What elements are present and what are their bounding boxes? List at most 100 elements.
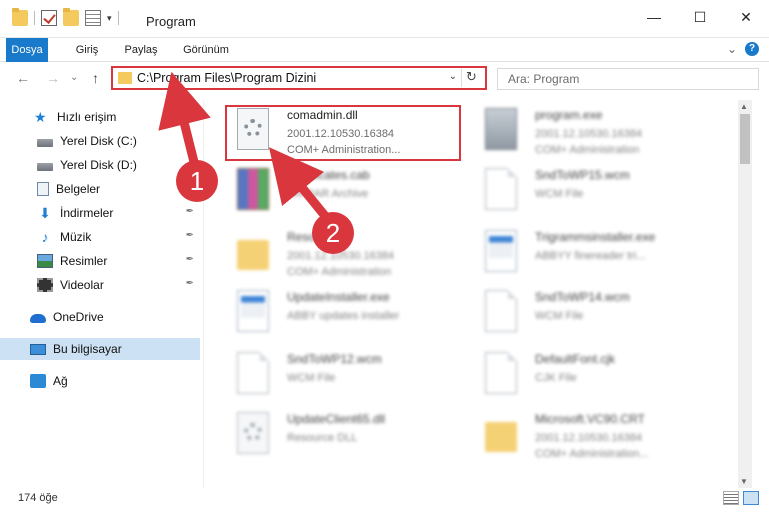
file-type: WCM File — [535, 310, 584, 322]
search-placeholder: Ara: Program — [508, 72, 580, 86]
sidebar-item-documents[interactable]: Belgeler — [0, 178, 200, 200]
file-name: SndToWP12.wcm — [287, 352, 382, 366]
file-type: CJK File — [535, 372, 577, 384]
file-type: ABBYY finereader tri... — [535, 250, 646, 262]
folder-icon — [237, 240, 269, 270]
status-bar: 174 öğe — [0, 488, 769, 510]
pin-icon[interactable]: ✒ — [186, 278, 194, 289]
back-arrow-icon[interactable]: ← — [16, 70, 30, 86]
document-icon — [37, 182, 49, 196]
address-path[interactable]: C:\Program Files\Program Dizini — [137, 71, 316, 85]
pin-icon[interactable]: ✒ — [186, 230, 194, 241]
sidebar-item-local-disk-d[interactable]: Yerel Disk (D:) — [0, 154, 200, 176]
tab-file[interactable]: Dosya — [6, 38, 48, 62]
sidebar-item-label: Hızlı erişim — [57, 110, 117, 124]
sidebar-item-label: OneDrive — [53, 310, 104, 324]
chevron-down-icon[interactable]: ▾ — [107, 13, 112, 24]
sidebar-item-onedrive[interactable]: OneDrive — [0, 306, 200, 328]
view-options-icon[interactable] — [85, 10, 101, 26]
file-item[interactable]: program.exe 2001.12.10530.16384 COM+ Adm… — [467, 100, 703, 162]
properties-check-icon[interactable] — [41, 10, 57, 26]
address-bar[interactable]: C:\Program Files\Program Dizini ⌄ ↻ — [111, 66, 487, 90]
sidebar-item-label: İndirmeler — [60, 206, 114, 220]
pin-icon[interactable]: ✒ — [186, 254, 194, 265]
tab-share[interactable]: Paylaş — [120, 38, 162, 62]
winrar-icon — [237, 168, 269, 210]
file-item[interactable]: SndToWP12.wcm WCM File — [219, 344, 455, 406]
window-title: Program — [146, 14, 196, 29]
onedrive-icon — [30, 314, 46, 323]
sidebar-item-downloads[interactable]: ⬇ İndirmeler ✒ — [0, 202, 200, 224]
sidebar-item-label: Yerel Disk (D:) — [60, 158, 137, 172]
expand-ribbon-icon[interactable]: ⌄ — [727, 42, 737, 56]
tab-view[interactable]: Görünüm — [178, 38, 234, 62]
file-type: ABBY updates installer — [287, 310, 400, 322]
download-icon: ⬇ — [39, 205, 51, 221]
network-icon — [30, 374, 46, 388]
forward-arrow-icon[interactable]: → — [46, 70, 60, 86]
navigation-bar: ← → ⌄ ↑ C:\Program Files\Program Dizini … — [0, 62, 769, 96]
file-name: UpdateInstaller.exe — [287, 290, 390, 304]
file-item[interactable]: SndToWP15.wcm WCM File — [467, 160, 703, 222]
disk-icon — [37, 138, 53, 147]
ribbon-controls: ⌄ ? — [727, 42, 759, 56]
sidebar-item-videos[interactable]: Videolar ✒ — [0, 274, 200, 296]
file-item[interactable]: DefaultFont.cjk CJK File — [467, 344, 703, 406]
sidebar-item-local-disk-c[interactable]: Yerel Disk (C:) — [0, 130, 200, 152]
address-dropdown-icon[interactable]: ⌄ — [449, 71, 457, 82]
close-button[interactable]: ✕ — [723, 0, 769, 34]
file-item[interactable]: SndToWP14.wcm WCM File — [467, 282, 703, 344]
file-icon — [237, 352, 269, 394]
item-count: 174 öğe — [18, 492, 58, 504]
quick-access-toolbar: ▾ — [12, 8, 119, 26]
folder-icon[interactable] — [12, 8, 28, 26]
file-item[interactable]: UpdateClient65.dll Resource DLL — [219, 404, 455, 466]
file-name: Certificates.cab — [287, 168, 370, 182]
file-name: Microsoft.VC90.CRT — [535, 412, 645, 426]
sidebar-item-music[interactable]: ♪ Müzik ✒ — [0, 226, 200, 248]
annotation-badge-1: 1 — [176, 160, 218, 202]
navigation-pane: ★ Hızlı erişim Yerel Disk (C:) Yerel Dis… — [0, 100, 204, 488]
star-icon: ★ — [34, 109, 47, 125]
file-description: COM+ Administration — [535, 144, 640, 156]
tiles-view-icon[interactable] — [743, 491, 759, 505]
file-item[interactable]: UpdateInstaller.exe ABBY updates install… — [219, 282, 455, 344]
scroll-up-icon[interactable]: ▲ — [740, 102, 748, 111]
tab-home[interactable]: Giriş — [68, 38, 106, 62]
file-name: SndToWP15.wcm — [535, 168, 630, 182]
new-folder-icon[interactable] — [63, 8, 79, 26]
pin-icon[interactable]: ✒ — [186, 206, 194, 217]
folder-icon — [118, 72, 132, 84]
file-name: Trigrammsinstaller.exe — [535, 230, 656, 244]
sidebar-item-pictures[interactable]: Resimler ✒ — [0, 250, 200, 272]
installer-icon — [485, 230, 517, 272]
file-icon — [485, 168, 517, 210]
exe-icon — [485, 108, 517, 150]
search-input[interactable]: Ara: Program — [497, 68, 759, 90]
recent-locations-icon[interactable]: ⌄ — [70, 72, 78, 83]
sidebar-item-quick-access[interactable]: ★ Hızlı erişim — [0, 106, 200, 128]
minimize-button[interactable]: — — [631, 0, 677, 34]
sidebar-item-this-pc[interactable]: Bu bilgisayar — [0, 338, 200, 360]
file-name: UpdateClient65.dll — [287, 412, 386, 426]
refresh-icon[interactable]: ↻ — [461, 69, 481, 87]
help-icon[interactable]: ? — [745, 42, 759, 56]
file-type: WCM File — [535, 188, 584, 200]
highlight-box — [225, 105, 461, 161]
videos-icon — [37, 278, 53, 292]
file-icon — [485, 290, 517, 332]
up-arrow-icon[interactable]: ↑ — [92, 70, 99, 86]
divider — [117, 11, 119, 25]
sidebar-item-label: Yerel Disk (C:) — [60, 134, 137, 148]
file-version: 2001.12.10530.16384 — [535, 128, 643, 140]
file-item[interactable]: Microsoft.VC90.CRT 2001.12.10530.16384 C… — [467, 404, 703, 466]
scrollbar-thumb[interactable] — [740, 114, 750, 164]
maximize-button[interactable]: ☐ — [677, 0, 723, 34]
scroll-down-icon[interactable]: ▼ — [740, 477, 748, 486]
file-version: 2001.12.10530.16384 — [535, 432, 643, 444]
vertical-scrollbar[interactable]: ▲ ▼ — [738, 100, 752, 488]
file-name: SndToWP14.wcm — [535, 290, 630, 304]
sidebar-item-network[interactable]: Ağ — [0, 370, 200, 392]
file-item[interactable]: Trigrammsinstaller.exe ABBYY finereader … — [467, 222, 703, 284]
details-view-icon[interactable] — [723, 491, 739, 505]
